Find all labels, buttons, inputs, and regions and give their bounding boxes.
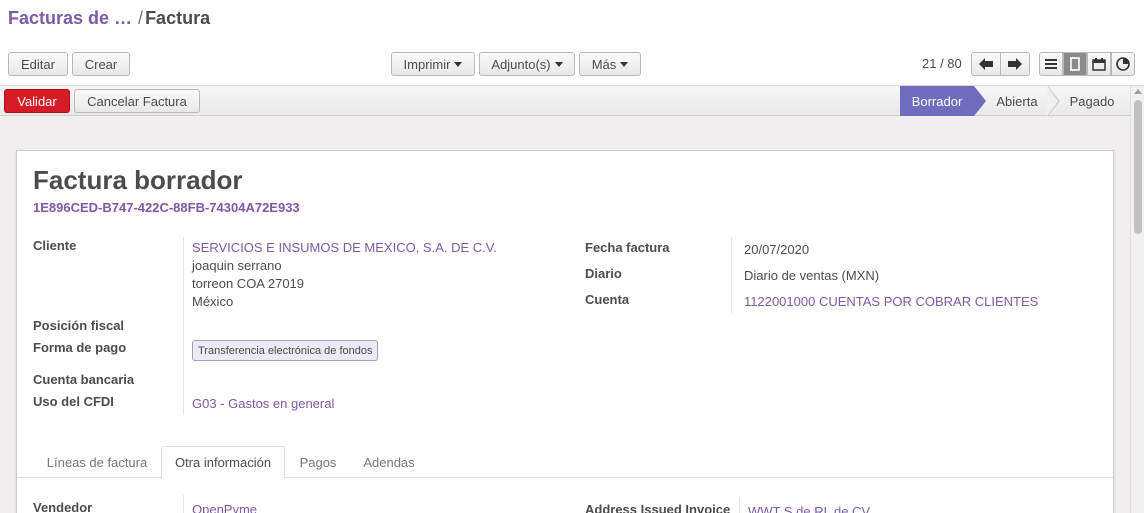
caret-down-icon [554, 61, 563, 67]
fiscal-position-label: Posición fiscal [33, 318, 125, 333]
edit-button[interactable]: Editar [8, 52, 68, 76]
create-button-label: Crear [84, 56, 118, 72]
calendar-icon [1092, 57, 1106, 71]
form-icon [1070, 57, 1080, 71]
invoice-date-value: 20/07/2020 [744, 242, 810, 257]
tab-label: Otra información [174, 455, 272, 470]
attachments-dropdown-label: Adjunto(s) [491, 56, 551, 72]
address-issued-label: Address Issued Invoice [585, 502, 731, 513]
client-label: Cliente [33, 238, 77, 253]
list-icon [1045, 59, 1057, 69]
stage-label: Pagado [1069, 93, 1115, 109]
stage-arrow [974, 86, 986, 116]
stage-pagado[interactable]: Pagado [1058, 86, 1126, 116]
validate-button[interactable]: Validar [4, 89, 70, 113]
cancel-invoice-button[interactable]: Cancelar Factura [74, 89, 200, 113]
tab-label: Líneas de factura [46, 454, 148, 470]
stage-label: Abierta [996, 93, 1038, 109]
more-dropdown-label: Más [591, 56, 617, 72]
tab-label: Adendas [363, 454, 415, 470]
pager-value[interactable]: 21 / 80 [922, 56, 962, 71]
control-panel: Facturas de … / Factura Editar Crear Impri… [0, 0, 1144, 86]
invoice-date-label: Fecha factura [585, 240, 670, 255]
tab-other-info[interactable]: Otra información [161, 446, 285, 479]
invoice-uuid: 1E896CED-B747-422C-88FB-74304A72E933 [33, 200, 300, 215]
client-city: torreon COA 27019 [192, 276, 305, 291]
stage-label: Borrador [911, 93, 963, 109]
journal-label: Diario [585, 266, 622, 281]
graph-view-button[interactable] [1111, 52, 1135, 76]
invoice-form-sheet: Factura borrador 1E896CED-B747-422C-88FB… [16, 150, 1114, 513]
tab-invoice-lines[interactable]: Líneas de factura [35, 446, 159, 478]
create-button[interactable]: Crear [72, 52, 130, 76]
print-dropdown[interactable]: Imprimir [391, 52, 475, 76]
scrollbar[interactable] [1130, 86, 1144, 513]
more-dropdown[interactable]: Más [579, 52, 641, 76]
pager-previous-button[interactable] [971, 52, 1001, 76]
payment-form-tag[interactable]: Transferencia electrónica de fondos [192, 340, 379, 361]
stage-abierta[interactable]: Abierta [986, 86, 1048, 116]
tab-addenda[interactable]: Adendas [353, 446, 425, 478]
print-dropdown-label: Imprimir [403, 56, 451, 72]
column-divider [183, 495, 184, 513]
status-bar: Validar Cancelar Factura Borrador Abiert… [0, 86, 1130, 116]
breadcrumb-current: Factura [145, 8, 211, 28]
column-divider [731, 237, 732, 313]
stage-borrador: Borrador [900, 86, 974, 116]
tab-payments[interactable]: Pagos [289, 446, 347, 478]
client-country: México [192, 294, 234, 309]
scroll-up-arrow-icon[interactable] [1134, 89, 1142, 94]
pie-chart-icon [1116, 57, 1130, 71]
page-title: Factura borrador [33, 165, 243, 195]
scrollbar-thumb[interactable] [1134, 100, 1142, 234]
cfdi-use-link[interactable]: G03 - Gastos en general [192, 396, 334, 411]
seller-link[interactable]: OpenPyme [192, 502, 257, 513]
payment-form-label: Forma de pago [33, 340, 127, 355]
calendar-view-button[interactable] [1087, 52, 1111, 76]
notebook-tabs: Líneas de factura Otra información Pagos… [17, 446, 1113, 479]
breadcrumb: Facturas de … / Factura [8, 8, 210, 29]
address-issued-link[interactable]: WWT S de RL de CV [748, 504, 870, 513]
journal-value: Diario de ventas (MXN) [744, 268, 880, 283]
column-divider [183, 237, 184, 415]
form-view-button[interactable] [1063, 52, 1087, 76]
list-view-button[interactable] [1039, 52, 1063, 76]
cancel-invoice-button-label: Cancelar Factura [87, 93, 187, 109]
seller-label: Vendedor [33, 500, 93, 513]
validate-button-label: Validar [17, 93, 57, 109]
pager-next-button[interactable] [1000, 52, 1030, 76]
arrow-right-icon [1008, 58, 1022, 70]
breadcrumb-parent-link[interactable]: Facturas de … [8, 8, 132, 28]
attachments-dropdown[interactable]: Adjunto(s) [479, 52, 575, 76]
stage-arrow [1047, 86, 1058, 116]
caret-down-icon [620, 61, 629, 67]
client-contact: joaquin serrano [192, 258, 282, 273]
tab-label: Pagos [299, 454, 337, 470]
caret-down-icon [454, 61, 463, 67]
breadcrumb-separator: / [138, 8, 144, 28]
client-name-link[interactable]: SERVICIOS E INSUMOS DE MEXICO, S.A. DE C… [192, 240, 497, 255]
column-divider [739, 497, 740, 513]
bank-account-label: Cuenta bancaria [33, 372, 135, 387]
edit-button-label: Editar [21, 56, 55, 72]
cfdi-use-label: Uso del CFDI [33, 394, 114, 409]
arrow-left-icon [979, 58, 993, 70]
account-link[interactable]: 1122001000 CUENTAS POR COBRAR CLIENTES [744, 294, 1038, 309]
account-label: Cuenta [585, 292, 630, 307]
